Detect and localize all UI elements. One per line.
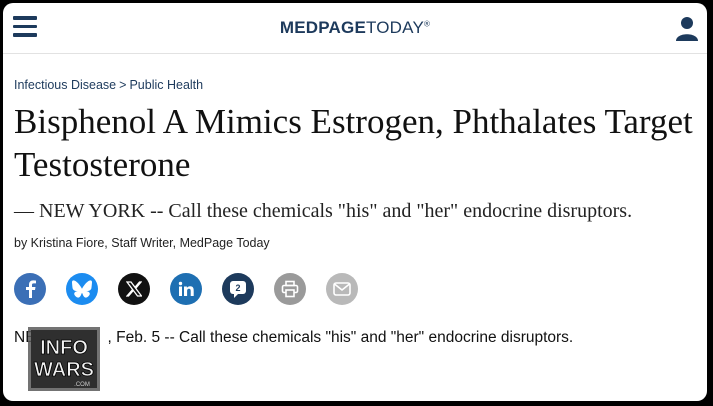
breadcrumb-public-health[interactable]: Public Health (129, 78, 203, 92)
watermark-line1: INFO (40, 337, 88, 359)
print-icon[interactable] (274, 273, 306, 305)
infowars-watermark-logo: INFO WARS .COM (28, 327, 100, 391)
watermark-suffix: .COM (74, 382, 90, 388)
email-icon[interactable] (326, 273, 358, 305)
body-text-main: , Feb. 5 -- Call these chemicals "his" a… (107, 329, 574, 346)
comments-icon[interactable]: 2 (222, 273, 254, 305)
site-logo[interactable]: MEDPAGETODAY® (280, 18, 430, 38)
article-body-paragraph: NE, Feb. 5 -- Call these chemicals "his"… (14, 329, 696, 347)
site-header: MEDPAGETODAY® (3, 3, 707, 54)
article-container: Infectious Disease > Public Health Bisphen… (3, 78, 707, 347)
linkedin-icon[interactable] (170, 273, 202, 305)
logo-bold: MEDPAGE (279, 18, 366, 37)
facebook-icon[interactable] (14, 273, 46, 305)
article-title: Bisphenol A Mimics Estrogen, Phthalates … (14, 102, 693, 184)
share-bar: 2 (14, 273, 696, 305)
hamburger-menu-icon[interactable] (13, 16, 37, 38)
breadcrumb: Infectious Disease > Public Health (14, 78, 696, 92)
breadcrumb-separator: > (119, 78, 127, 92)
logo-light: TODAY (365, 18, 424, 37)
breadcrumb-infectious-disease[interactable]: Infectious Disease (14, 78, 116, 92)
article-byline: by Kristina Fiore, Staff Writer, MedPage… (14, 236, 270, 250)
watermark-line2: WARS (34, 359, 94, 381)
app-frame: MEDPAGETODAY® Infectious Disease > Public … (3, 3, 707, 401)
user-account-icon[interactable] (675, 16, 699, 42)
x-icon[interactable] (118, 273, 150, 305)
logo-registered-mark: ® (423, 19, 431, 29)
article-dek: — NEW YORK -- Call these chemicals "his"… (14, 200, 633, 222)
bluesky-icon[interactable] (66, 273, 98, 305)
comment-count: 2 (235, 283, 240, 293)
